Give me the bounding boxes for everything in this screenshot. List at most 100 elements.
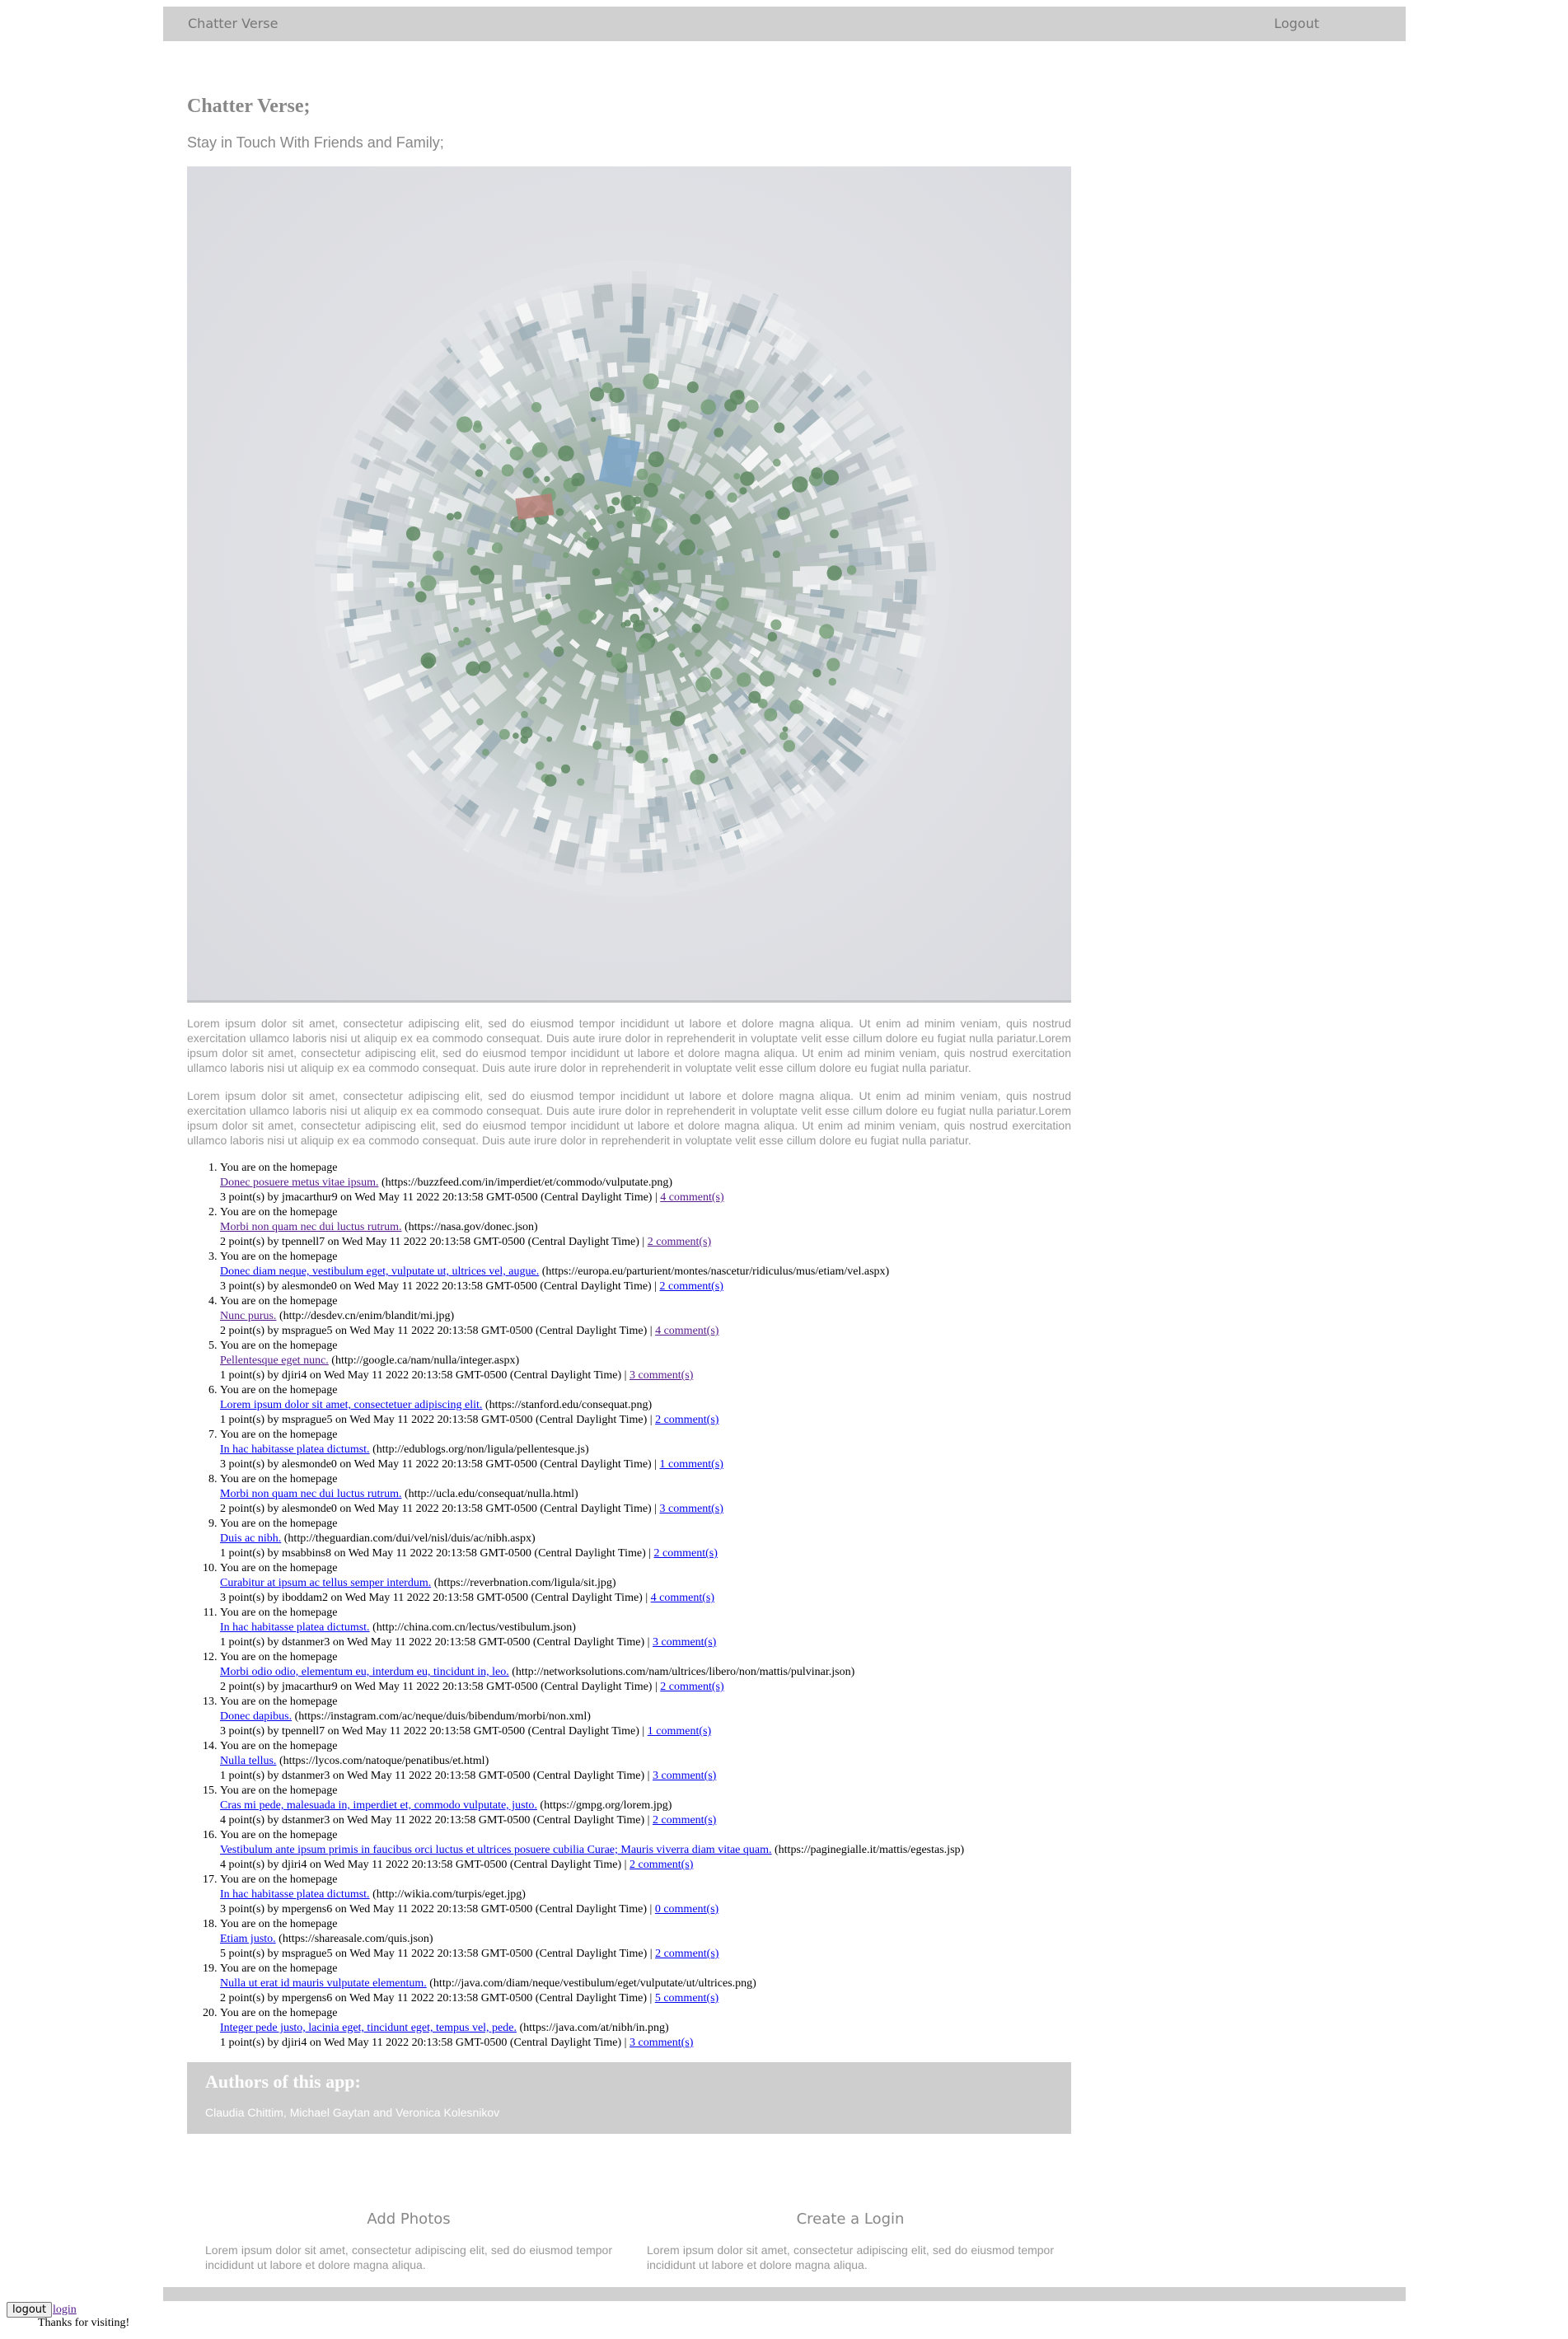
tree-shape [643,483,658,498]
post-url: (http://wikia.com/turpis/eget.jpg) [372,1888,526,1901]
post-title-link[interactable]: Integer pede justo, lacinia eget, tincid… [220,2022,517,2034]
post-title-link[interactable]: Vestibulum ante ipsum primis in faucibus… [220,1844,772,1856]
post-comments-link[interactable]: 3 comment(s) [630,1369,693,1382]
post-comments-link[interactable]: 2 comment(s) [655,1414,718,1426]
post-title-link[interactable]: In hac habitasse platea dictumst. [220,1443,370,1456]
post-item: You are on the homepage Nulla tellus. (ht… [220,1739,1071,1784]
post-item: You are on the homepage Nulla ut erat id … [220,1962,1071,2006]
post-comments-link[interactable]: 4 comment(s) [655,1325,718,1337]
post-title-link[interactable]: Lorem ipsum dolor sit amet, consectetuer… [220,1399,482,1411]
tree-shape [520,736,529,744]
post-title-link[interactable]: Nulla ut erat id mauris vulputate elemen… [220,1977,427,1990]
post-item: You are on the homepage Curabitur at ipsu… [220,1561,1071,1606]
post-comments-link[interactable]: 2 comment(s) [630,1859,693,1871]
post-context: You are on the homepage [220,1340,338,1352]
post-comments-link[interactable]: 0 comment(s) [655,1903,718,1916]
building-shape [631,296,644,334]
building-shape [642,849,663,872]
post-comments-link[interactable]: 4 comment(s) [660,1191,723,1204]
tree-shape [777,507,790,520]
tree-shape [553,646,564,657]
building-shape [438,580,459,594]
tree-shape [669,710,686,727]
post-item: You are on the homepage In hac habitasse … [220,1428,1071,1472]
tree-shape [708,753,718,764]
post-meta: 4 point(s) by djiri4 on Wed May 11 2022 … [220,1859,627,1871]
tree-shape [745,400,759,414]
post-title-link[interactable]: In hac habitasse platea dictumst. [220,1621,370,1634]
tree-shape [498,728,510,740]
post-comments-link[interactable]: 5 comment(s) [655,1992,718,2005]
thanks-message: Thanks for visiting! [38,2317,130,2329]
tree-shape [679,421,687,429]
post-context: You are on the homepage [220,1651,338,1663]
post-title-link[interactable]: Morbi non quam nec dui luctus rutrum. [220,1221,401,1233]
post-url: (https://buzzfeed.com/in/imperdiet/et/co… [381,1177,672,1189]
post-comments-link[interactable]: 3 comment(s) [653,1636,716,1649]
tree-shape [491,542,503,554]
post-comments-link[interactable]: 1 comment(s) [648,1725,711,1738]
post-title-link[interactable]: Nulla tellus. [220,1755,276,1767]
tree-shape [523,671,530,678]
post-comments-link[interactable]: 1 comment(s) [660,1458,723,1471]
post-title-link[interactable]: Etiam justo. [220,1933,276,1945]
tree-shape [509,447,524,461]
post-title-link[interactable]: Curabitur at ipsum ac tellus semper inte… [220,1577,431,1589]
post-title-link[interactable]: Donec posuere metus vitae ipsum. [220,1177,378,1189]
building-shape [677,569,691,583]
post-item: You are on the homepage Morbi non quam ne… [220,1472,1071,1517]
nav-brand-link[interactable]: Chatter Verse [188,7,278,41]
post-context: You are on the homepage [220,1384,338,1396]
post-title-link[interactable]: Nunc purus. [220,1310,276,1322]
post-title-link[interactable]: Donec diam neque, vestibulum eget, vulpu… [220,1265,539,1278]
login-link[interactable]: login [53,2304,77,2317]
post-title-link[interactable]: Cras mi pede, malesuada in, imperdiet et… [220,1799,537,1812]
post-url: (https://paginegialle.it/mattis/egestas.… [775,1844,965,1856]
post-comments-link[interactable]: 2 comment(s) [660,1681,723,1693]
post-title-link[interactable]: Morbi non quam nec dui luctus rutrum. [220,1488,401,1500]
post-comments-link[interactable]: 3 comment(s) [660,1503,723,1515]
post-comments-link[interactable]: 3 comment(s) [653,1770,716,1782]
tree-shape [710,667,723,680]
post-url: (https://lycos.com/natoque/penatibus/et.… [278,1755,489,1767]
tree-shape [580,725,587,731]
tree-shape [652,517,668,534]
nav-logout-link[interactable]: Logout [1274,7,1319,41]
post-comments-link[interactable]: 2 comment(s) [653,1814,716,1827]
post-context: You are on the homepage [220,1740,338,1752]
post-comments-link[interactable]: 2 comment(s) [654,1547,718,1560]
little-planet-city-illustration [314,260,950,896]
tree-shape [563,552,569,559]
building-shape [647,732,670,761]
post-title-link[interactable]: Morbi odio odio, elementum eu, interdum … [220,1666,509,1678]
tree-shape [578,609,593,625]
tree-shape [539,696,547,704]
tree-shape [714,428,723,437]
post-title-link[interactable]: Donec dapibus. [220,1710,292,1723]
post-url: (https://java.com/at/nibh/in.png) [519,2022,669,2034]
tree-shape [658,562,666,571]
post-comments-link[interactable]: 3 comment(s) [630,2037,693,2049]
post-item: You are on the homepage In hac habitasse … [220,1873,1071,1917]
tree-shape [476,718,484,726]
tree-shape [679,539,695,556]
post-title-link[interactable]: In hac habitasse platea dictumst. [220,1888,370,1901]
post-comments-link[interactable]: 2 comment(s) [648,1236,711,1248]
tree-shape [472,423,483,433]
tree-shape [478,568,494,584]
tree-shape [748,690,761,704]
post-comments-link[interactable]: 2 comment(s) [655,1948,718,1960]
post-comments-link[interactable]: 4 comment(s) [651,1592,714,1604]
tree-shape [696,548,704,556]
tree-shape [686,381,699,393]
post-title-link[interactable]: Pellentesque eget nunc. [220,1354,329,1367]
tree-shape [468,598,475,606]
building-shape [753,554,761,563]
tree-shape [480,442,486,450]
post-title-link[interactable]: Duis ac nibh. [220,1532,281,1545]
post-comments-link[interactable]: 2 comment(s) [660,1280,723,1293]
tree-shape [466,546,475,555]
page-tagline: Stay in Touch With Friends and Family; [187,134,444,151]
post-context: You are on the homepage [220,1429,338,1441]
logout-button[interactable]: logout [7,2302,53,2318]
